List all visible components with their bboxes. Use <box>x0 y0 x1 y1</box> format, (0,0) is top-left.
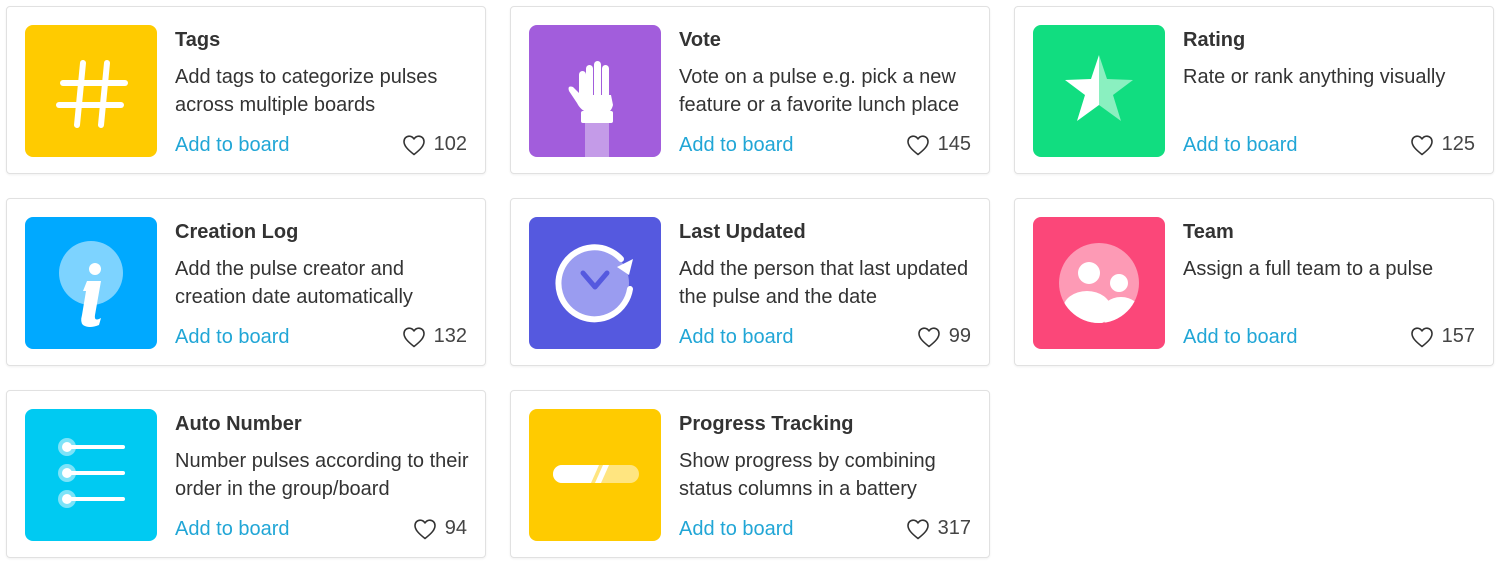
card-description: Number pulses according to their order i… <box>175 450 469 500</box>
team-icon-tile <box>1033 217 1165 349</box>
heart-icon <box>402 326 425 347</box>
card-description: Show progress by combining status column… <box>679 450 936 500</box>
card-title: Team <box>1183 221 1234 243</box>
heart-icon <box>1410 134 1433 155</box>
add-to-board-link[interactable]: Add to board <box>175 518 290 541</box>
heart-icon <box>413 518 436 539</box>
column-cards-grid: Tags Add tags to categorize pulses acros… <box>6 6 1494 558</box>
auto-number-icon-tile <box>25 409 157 541</box>
like-button[interactable]: 94 <box>413 517 467 540</box>
card-title: Vote <box>679 29 721 51</box>
like-count: 94 <box>444 517 467 539</box>
heart-icon <box>1410 326 1433 347</box>
column-card-creation-log[interactable]: Creation Log Add the pulse creator and c… <box>6 198 486 366</box>
like-count: 102 <box>433 133 467 155</box>
refresh-clock-icon <box>555 244 633 323</box>
progress-tracking-icon-tile <box>529 409 661 541</box>
info-icon <box>59 241 123 327</box>
card-title: Progress Tracking <box>679 413 854 435</box>
raised-hand-icon <box>568 61 613 157</box>
like-count: 145 <box>937 133 971 155</box>
column-card-team[interactable]: Team Assign a full team to a pulse Add t… <box>1014 198 1494 366</box>
add-to-board-link[interactable]: Add to board <box>1183 326 1298 349</box>
add-to-board-link[interactable]: Add to board <box>175 326 290 349</box>
like-button[interactable]: 132 <box>402 325 467 348</box>
heart-icon <box>906 134 929 155</box>
like-count: 99 <box>948 325 971 347</box>
like-button[interactable]: 317 <box>906 517 971 540</box>
add-to-board-link[interactable]: Add to board <box>679 518 794 541</box>
tags-icon-tile <box>25 25 157 157</box>
last-updated-icon-tile <box>529 217 661 349</box>
column-card-tags[interactable]: Tags Add tags to categorize pulses acros… <box>6 6 486 174</box>
add-to-board-link[interactable]: Add to board <box>175 134 290 157</box>
vote-icon-tile <box>529 25 661 157</box>
like-count: 132 <box>433 325 467 347</box>
heart-icon <box>917 326 940 347</box>
creation-log-icon-tile <box>25 217 157 349</box>
like-button[interactable]: 125 <box>1410 133 1475 156</box>
add-to-board-link[interactable]: Add to board <box>1183 134 1298 157</box>
card-title: Last Updated <box>679 221 806 243</box>
like-count: 157 <box>1441 325 1475 347</box>
progress-bar-icon <box>553 465 639 483</box>
like-button[interactable]: 145 <box>906 133 971 156</box>
column-card-last-updated[interactable]: Last Updated Add the person that last up… <box>510 198 990 366</box>
hashtag-icon <box>56 60 128 128</box>
rating-icon-tile <box>1033 25 1165 157</box>
heart-icon <box>906 518 929 539</box>
card-title: Tags <box>175 29 221 51</box>
card-description: Vote on a pulse e.g. pick a new feature … <box>679 66 960 116</box>
column-card-progress-tracking[interactable]: Progress Tracking Show progress by combi… <box>510 390 990 558</box>
column-card-vote[interactable]: Vote Vote on a pulse e.g. pick a new fea… <box>510 6 990 174</box>
numbered-list-icon <box>58 438 125 508</box>
add-to-board-link[interactable]: Add to board <box>679 326 794 349</box>
column-card-rating[interactable]: Rating Rate or rank anything visually Ad… <box>1014 6 1494 174</box>
like-button[interactable]: 99 <box>917 325 971 348</box>
like-count: 125 <box>1441 133 1475 155</box>
card-description: Assign a full team to a pulse <box>1183 258 1434 280</box>
card-title: Rating <box>1183 29 1246 51</box>
column-card-auto-number[interactable]: Auto Number Number pulses according to t… <box>6 390 486 558</box>
star-icon <box>1065 55 1133 121</box>
like-count: 317 <box>937 517 971 539</box>
card-description: Add the person that last updated the pul… <box>679 258 969 308</box>
heart-icon <box>402 134 425 155</box>
add-to-board-link[interactable]: Add to board <box>679 134 794 157</box>
card-description: Add the pulse creator and creation date … <box>175 258 413 308</box>
card-description: Rate or rank anything visually <box>1183 66 1446 88</box>
like-button[interactable]: 157 <box>1410 325 1475 348</box>
card-title: Creation Log <box>175 221 299 243</box>
card-title: Auto Number <box>175 413 302 435</box>
card-description: Add tags to categorize pulses across mul… <box>175 66 438 116</box>
like-button[interactable]: 102 <box>402 133 467 156</box>
team-icon <box>1059 243 1139 323</box>
